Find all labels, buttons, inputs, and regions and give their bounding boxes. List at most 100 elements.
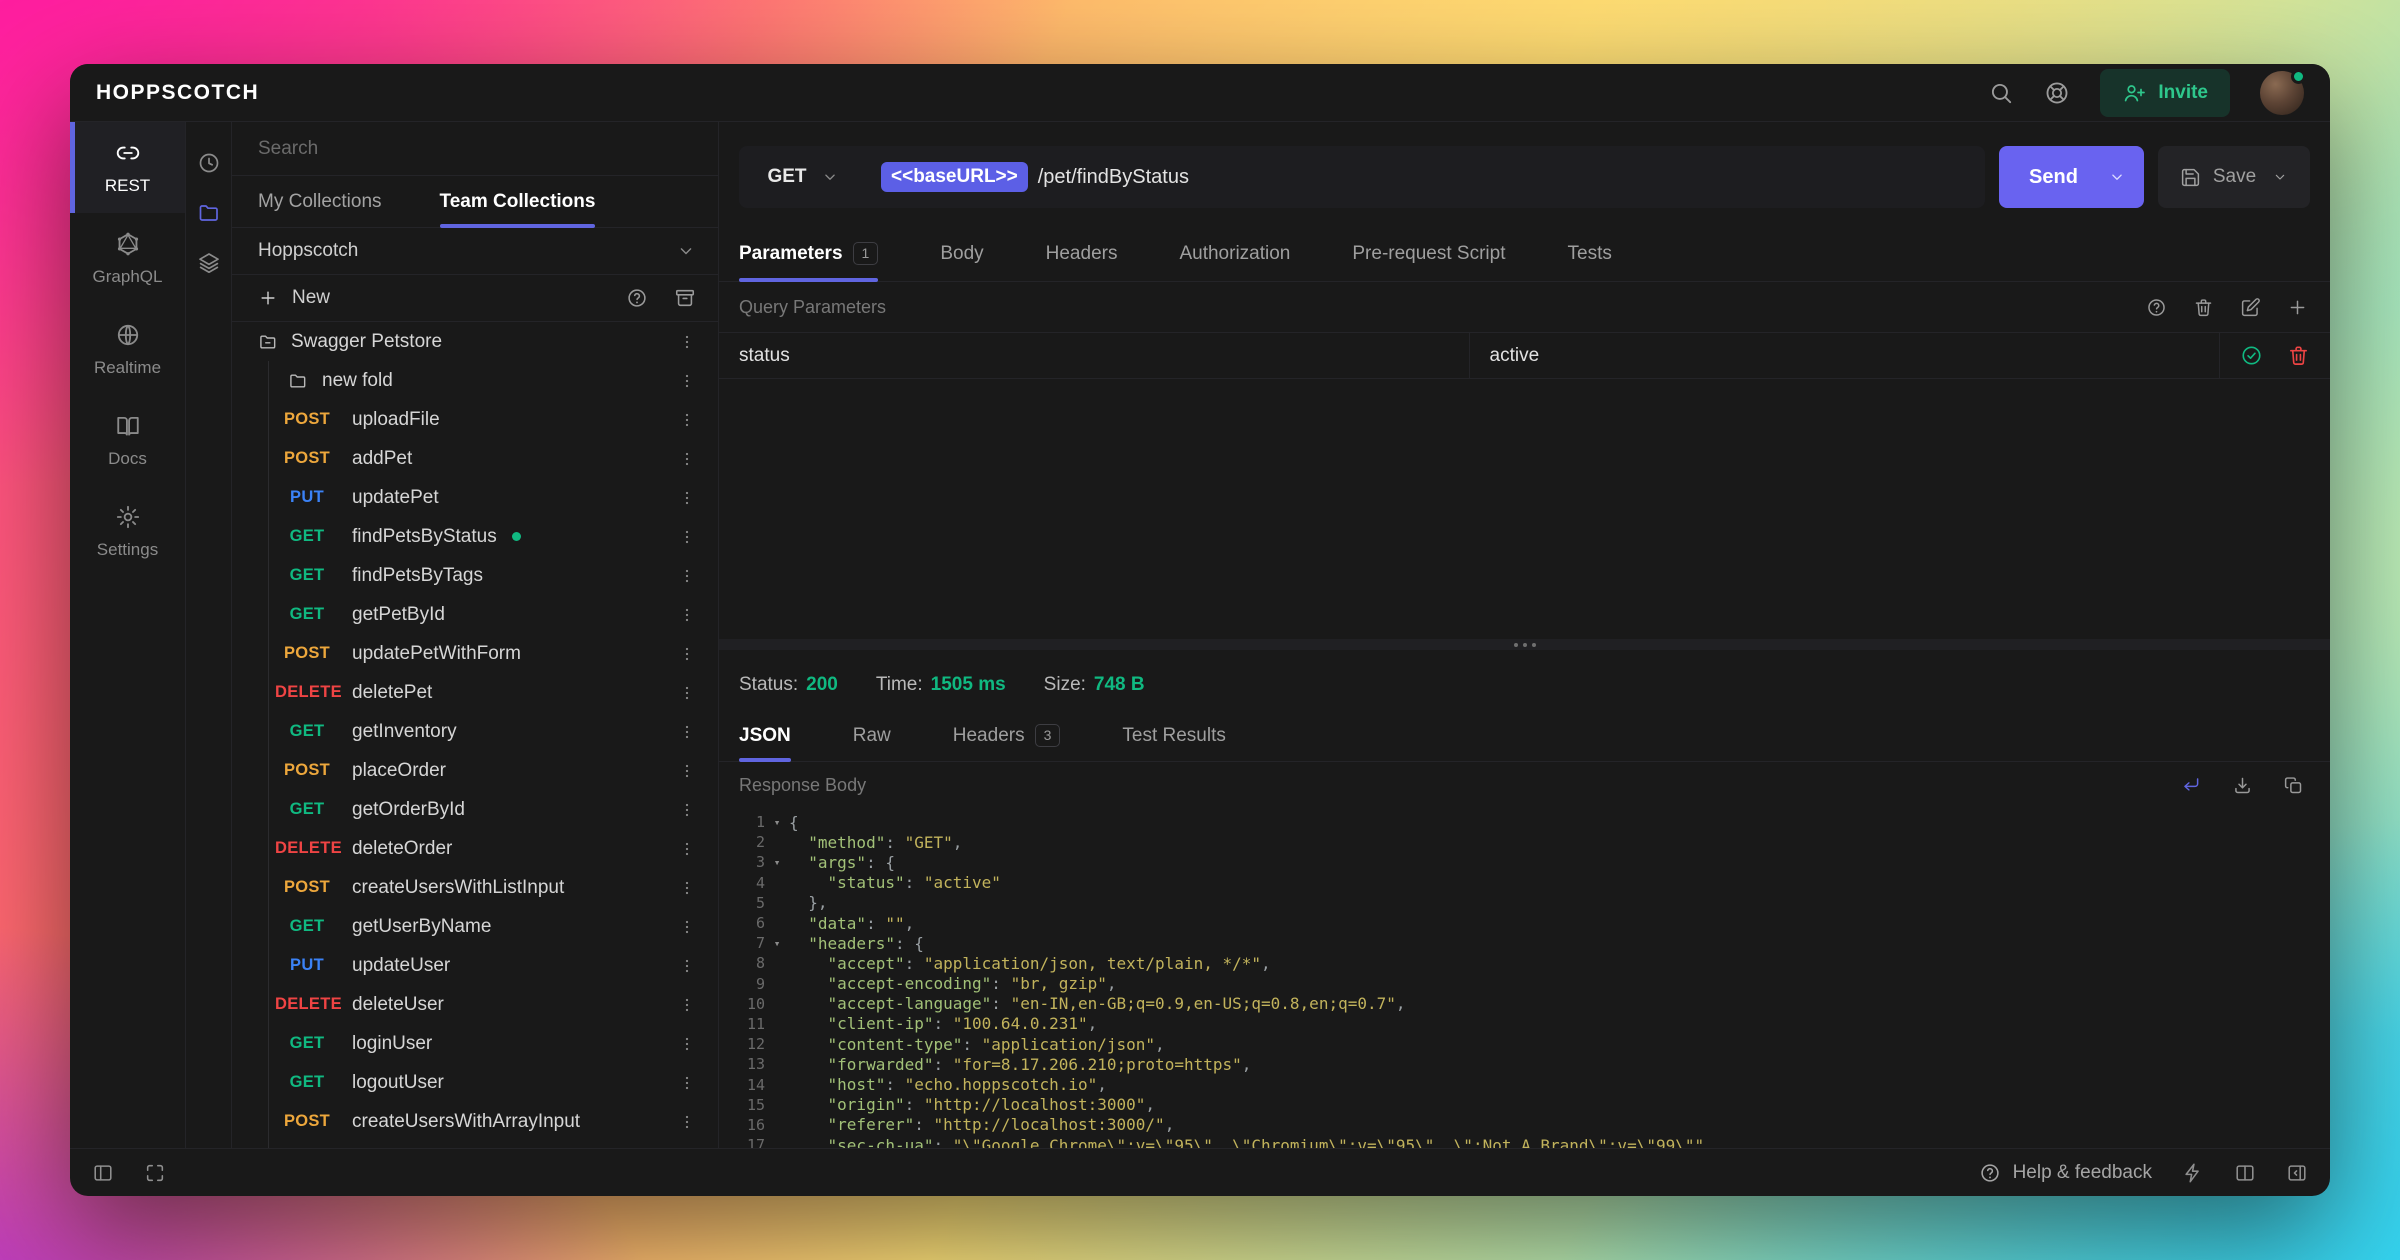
fold-toggle-icon[interactable]: ▾: [765, 856, 789, 869]
search-input[interactable]: [232, 138, 718, 160]
team-selector[interactable]: Hoppscotch: [232, 228, 718, 275]
support-icon[interactable]: [2044, 80, 2070, 106]
code-line: 2 "method": "GET",: [719, 832, 2330, 852]
request-item[interactable]: POST addPet: [232, 439, 718, 478]
request-tab-body[interactable]: Body: [940, 226, 983, 281]
collection-folder[interactable]: new fold: [232, 361, 718, 400]
request-tab-headers[interactable]: Headers: [1046, 226, 1118, 281]
toggle-sidebar-icon[interactable]: [92, 1162, 114, 1184]
help-feedback-button[interactable]: Help & feedback: [1979, 1162, 2152, 1184]
collection-folder[interactable]: Swagger Petstore: [232, 322, 718, 361]
line-number: 4: [719, 874, 765, 892]
request-item[interactable]: GET getInventory: [232, 712, 718, 751]
request-item[interactable]: GET findPetsByTags: [232, 556, 718, 595]
request-item[interactable]: GET findPetsByStatus: [232, 517, 718, 556]
pane-resize-handle[interactable]: [719, 639, 2330, 650]
interceptor-icon[interactable]: [2182, 1162, 2204, 1184]
request-tab-tests[interactable]: Tests: [1568, 226, 1612, 281]
code-line: 7 ▾ "headers": {: [719, 933, 2330, 953]
request-tab-parameters[interactable]: Parameters1: [739, 226, 878, 281]
url-input[interactable]: <<baseURL>> /pet/findByStatus: [867, 162, 1189, 192]
nav-item-settings[interactable]: Settings: [70, 486, 185, 577]
collections-tab-my[interactable]: My Collections: [258, 176, 382, 227]
new-collection-button[interactable]: New: [258, 287, 330, 309]
request-item[interactable]: DELETE deletePet: [232, 673, 718, 712]
collapse-right-panel-icon[interactable]: [2286, 1162, 2308, 1184]
expand-window-icon[interactable]: [144, 1162, 166, 1184]
more-options-icon: [678, 567, 696, 585]
response-body-header: Response Body: [719, 762, 2330, 808]
line-number: 2: [719, 833, 765, 851]
param-active-toggle[interactable]: [2240, 344, 2263, 367]
collections-tab-team[interactable]: Team Collections: [440, 176, 596, 227]
nav-item-rest[interactable]: REST: [70, 122, 185, 213]
add-param-icon[interactable]: [2287, 297, 2308, 318]
line-number: 8: [719, 954, 765, 972]
response-tab-json[interactable]: JSON: [739, 710, 791, 761]
save-button[interactable]: Save: [2158, 146, 2310, 208]
subnav-item-history[interactable]: [197, 138, 221, 188]
line-number: 7: [719, 934, 765, 952]
request-item[interactable]: POST createUsersWithListInput: [232, 868, 718, 907]
help-icon[interactable]: [2146, 297, 2167, 318]
response-pane: Status:200 Time:1505 ms Size:748 B JSON …: [719, 650, 2330, 1148]
request-item[interactable]: POST createUsersWithArrayInput: [232, 1102, 718, 1141]
subnav-item-collections[interactable]: [197, 188, 221, 238]
request-item[interactable]: GET getPetById: [232, 595, 718, 634]
response-body-code[interactable]: 1 ▾ { 2 "method": "GET", 3 ▾ "args": { 4…: [719, 808, 2330, 1148]
help-icon[interactable]: [626, 287, 648, 309]
method-select[interactable]: GET: [739, 166, 867, 188]
import-export-icon[interactable]: [674, 287, 696, 309]
request-item[interactable]: GET loginUser: [232, 1024, 718, 1063]
request-item[interactable]: GET Untitled request: [232, 1141, 718, 1148]
fold-toggle-icon[interactable]: ▾: [765, 816, 789, 829]
method-badge: POST: [275, 449, 339, 468]
request-item[interactable]: POST placeOrder: [232, 751, 718, 790]
nav-item-docs[interactable]: Docs: [70, 395, 185, 486]
fold-toggle-icon[interactable]: ▾: [765, 937, 789, 950]
request-item[interactable]: POST updatePetWithForm: [232, 634, 718, 673]
edit-icon[interactable]: [2240, 297, 2261, 318]
code-line: 15 "origin": "http://localhost:3000",: [719, 1095, 2330, 1115]
column-layout-icon[interactable]: [2234, 1162, 2256, 1184]
request-item[interactable]: GET logoutUser: [232, 1063, 718, 1102]
response-tab-test-results[interactable]: Test Results: [1122, 710, 1225, 761]
method-badge: POST: [275, 761, 339, 780]
subnav-item-environments[interactable]: [197, 238, 221, 288]
active-request-dot: [512, 532, 521, 541]
response-tab-raw[interactable]: Raw: [853, 710, 891, 761]
more-options-icon: [678, 1113, 696, 1131]
request-tab-pre-request-script[interactable]: Pre-request Script: [1352, 226, 1505, 281]
chevron-down-icon: [2108, 168, 2126, 186]
more-options-icon: [678, 333, 696, 351]
baseurl-chip: <<baseURL>>: [881, 162, 1028, 192]
request-item[interactable]: GET getUserByName: [232, 907, 718, 946]
request-item[interactable]: PUT updateUser: [232, 946, 718, 985]
request-item[interactable]: DELETE deleteUser: [232, 985, 718, 1024]
copy-icon[interactable]: [2283, 775, 2304, 796]
nav-item-graphql[interactable]: GraphQL: [70, 213, 185, 304]
request-item[interactable]: DELETE deleteOrder: [232, 829, 718, 868]
request-item[interactable]: POST uploadFile: [232, 400, 718, 439]
invite-button[interactable]: Invite: [2100, 69, 2230, 117]
param-delete-button[interactable]: [2287, 344, 2310, 367]
plus-icon: [258, 288, 278, 308]
request-item[interactable]: PUT updatePet: [232, 478, 718, 517]
wrap-lines-icon[interactable]: [2181, 775, 2202, 796]
request-item[interactable]: GET getOrderById: [232, 790, 718, 829]
avatar[interactable]: [2260, 71, 2304, 115]
collections-panel: My Collections Team Collections Hoppscotc…: [232, 122, 719, 1148]
param-key-field[interactable]: status: [719, 333, 1470, 378]
send-button[interactable]: Send: [1999, 146, 2144, 208]
search-icon[interactable]: [1988, 80, 2014, 106]
response-meta-item: Status:200: [739, 674, 838, 696]
request-tab-authorization[interactable]: Authorization: [1179, 226, 1290, 281]
download-icon[interactable]: [2232, 775, 2253, 796]
nav-item-realtime[interactable]: Realtime: [70, 304, 185, 395]
more-options-icon: [678, 801, 696, 819]
clear-all-icon[interactable]: [2193, 297, 2214, 318]
online-status-dot: [2291, 69, 2306, 84]
content: REST GraphQL Realtime Docs Settings My C…: [70, 122, 2330, 1148]
param-value-field[interactable]: active: [1470, 333, 2221, 378]
response-tab-headers[interactable]: Headers3: [953, 710, 1061, 761]
